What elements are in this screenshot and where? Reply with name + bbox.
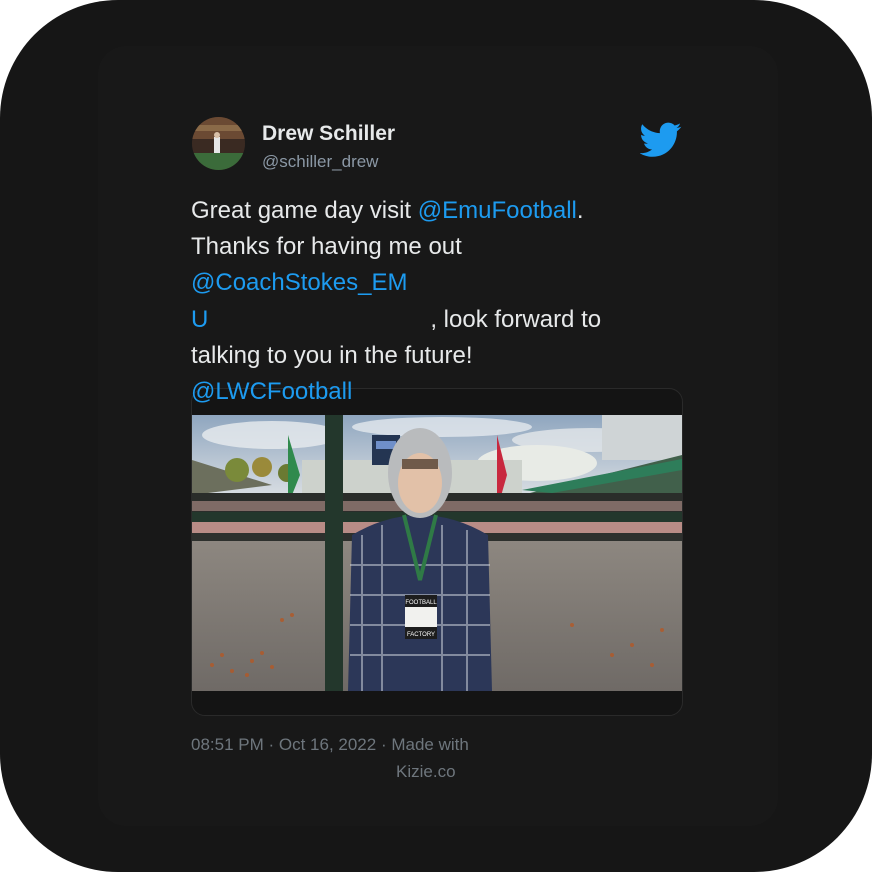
mention-emufootball[interactable]: @EmuFootball (418, 197, 577, 224)
tweet-line-2: Thanks for having me out (191, 229, 661, 265)
badge-text-bottom: FACTORY (407, 632, 435, 638)
badge-text-top: FOOTBALL (405, 600, 437, 606)
made-with-link[interactable]: Kizie.co (396, 762, 456, 782)
tweet-line-4: U , look forward to (191, 302, 661, 338)
tweet-line-5: talking to you in the future! (191, 338, 661, 374)
media-card[interactable]: FOOTBALL FACTORY (191, 388, 683, 716)
mention-lwcfootball[interactable]: @LWCFootball (191, 374, 352, 410)
mention-coachstokes[interactable]: @CoachStokes_EM (191, 269, 407, 296)
tweet-line-3: @CoachStokes_EM (191, 265, 661, 301)
tweet-timestamp: 08:51 PM · Oct 16, 2022 · Made with (191, 735, 469, 754)
author-name[interactable]: Drew Schiller (262, 122, 395, 146)
author-handle[interactable]: @schiller_drew (262, 152, 378, 172)
mention-coachstokes-continued[interactable]: U (191, 306, 208, 333)
tweet-frame: Drew Schiller @schiller_drew Great game … (0, 0, 872, 872)
tweet-text-segment: , look forward to (430, 306, 602, 333)
tweet-text-segment: . (576, 197, 584, 224)
tweet-text-segment: talking to you in the future! (191, 342, 473, 369)
tweet-line-1: Great game day visit @EmuFootball. (191, 193, 661, 229)
tweet-photo[interactable]: FOOTBALL FACTORY (192, 415, 682, 691)
tweet-text-segment: Thanks for having me out (191, 233, 462, 260)
avatar[interactable] (192, 117, 245, 170)
twitter-bird-icon[interactable] (639, 122, 682, 158)
tweet-text-segment: Great game day visit (191, 197, 418, 224)
